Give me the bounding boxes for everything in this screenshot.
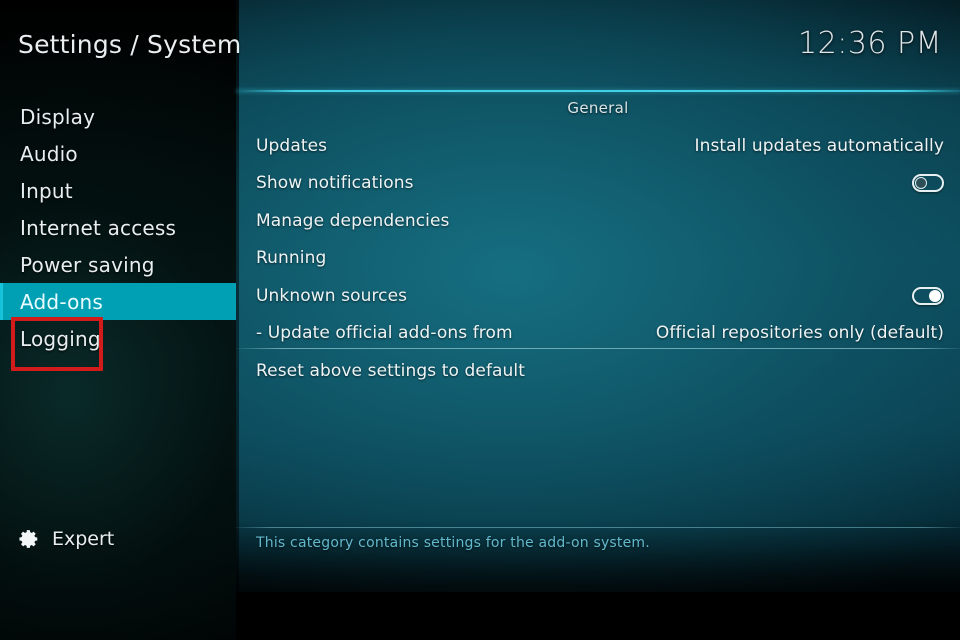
setting-label: Show notifications: [256, 173, 414, 194]
sidebar-nav: Display Audio Input Internet access Powe…: [0, 98, 236, 357]
setting-label: Updates: [256, 135, 328, 156]
setting-label: Unknown sources: [256, 285, 408, 306]
header-divider: [236, 90, 960, 92]
setting-row-reset-above-settings[interactable]: Reset above settings to default: [256, 352, 944, 390]
settings-level-label: Expert: [52, 528, 115, 550]
description-divider: [236, 527, 960, 528]
setting-label: Reset above settings to default: [256, 360, 526, 381]
sidebar-item-internet-access[interactable]: Internet access: [0, 209, 236, 246]
gear-icon: [18, 528, 40, 550]
sidebar-item-label: Add-ons: [20, 289, 104, 314]
show-notifications-toggle[interactable]: [912, 174, 944, 193]
sidebar-item-label: Power saving: [20, 252, 155, 277]
category-description: This category contains settings for the …: [256, 535, 650, 551]
setting-value: Install updates automatically: [694, 135, 944, 156]
setting-label: Manage dependencies: [256, 210, 450, 231]
setting-value: Official repositories only (default): [655, 323, 944, 344]
settings-list-divider: [236, 348, 960, 349]
settings-level-button[interactable]: Expert: [18, 528, 114, 550]
sidebar-item-input[interactable]: Input: [0, 172, 236, 209]
sidebar-item-add-ons[interactable]: Add-ons: [0, 283, 236, 320]
clock: 12:36 PM: [798, 26, 942, 61]
setting-label: Running: [256, 248, 327, 269]
sidebar-item-label: Audio: [20, 141, 78, 166]
sidebar-item-logging[interactable]: Logging: [0, 320, 236, 357]
sidebar-item-label: Logging: [20, 326, 101, 351]
setting-row-show-notifications[interactable]: Show notifications: [256, 165, 944, 203]
setting-row-updates[interactable]: Updates Install updates automatically: [256, 127, 944, 165]
setting-row-update-official-addons-from[interactable]: - Update official add-ons from Official …: [256, 315, 944, 353]
panel-left-edge: [236, 0, 239, 592]
sidebar-item-power-saving[interactable]: Power saving: [0, 246, 236, 283]
setting-row-manage-dependencies[interactable]: Manage dependencies: [256, 202, 944, 240]
sidebar-item-label: Internet access: [20, 215, 177, 240]
toggle-knob: [915, 177, 927, 190]
settings-list: Updates Install updates automatically Sh…: [256, 127, 944, 390]
sidebar-item-label: Display: [20, 104, 96, 129]
sidebar-item-audio[interactable]: Audio: [0, 135, 236, 172]
setting-label: - Update official add-ons from: [256, 323, 513, 344]
setting-row-unknown-sources[interactable]: Unknown sources: [256, 277, 944, 315]
sidebar-item-label: Input: [20, 178, 73, 203]
setting-row-running[interactable]: Running: [256, 240, 944, 278]
section-title: General: [567, 99, 629, 117]
unknown-sources-toggle[interactable]: [912, 286, 944, 305]
sidebar-item-display[interactable]: Display: [0, 98, 236, 135]
toggle-knob: [929, 289, 941, 302]
page-title: Settings / System: [18, 30, 242, 59]
kodi-settings-screen: Settings / System 12:36 PM Display Audio…: [0, 0, 960, 640]
